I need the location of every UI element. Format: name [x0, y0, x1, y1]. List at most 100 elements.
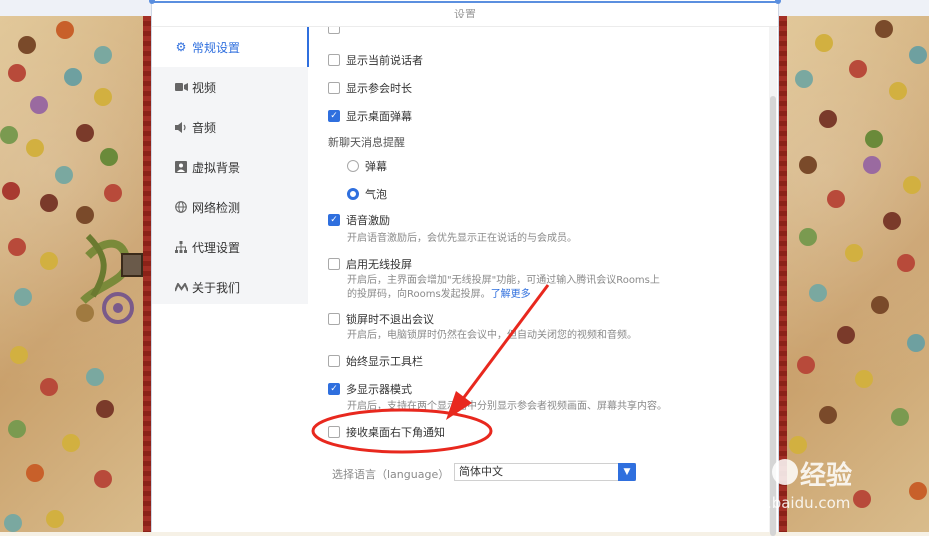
wallpaper-dot — [849, 60, 867, 78]
checkbox[interactable] — [328, 313, 340, 325]
learn-more-link[interactable]: 了解更多 — [491, 289, 531, 300]
wallpaper-dot — [815, 34, 833, 52]
portrait-icon — [174, 160, 188, 174]
sidebar-item-virtual-background[interactable]: 虚拟背景 — [152, 147, 308, 187]
language-value: 简体中文 — [459, 465, 503, 478]
wallpaper-dot — [855, 370, 873, 388]
sidebar-item-audio[interactable]: 音频 — [152, 107, 308, 147]
sidebar-item-label: 关于我们 — [192, 280, 241, 295]
desc-text: 的投屏码，向Rooms发起投屏。 — [347, 289, 491, 300]
sidebar-item-about[interactable]: 关于我们 — [152, 267, 308, 307]
wallpaper-right — [779, 16, 929, 532]
option-label: 显示桌面弹幕 — [346, 110, 412, 123]
lock-stay-option[interactable]: 锁屏时不退出会议 — [328, 311, 434, 327]
wallpaper-dot — [76, 206, 94, 224]
wallpaper-dot — [18, 36, 36, 54]
checkbox[interactable] — [328, 258, 340, 270]
option-label: 弹幕 — [365, 160, 387, 173]
wallpaper-dot — [853, 490, 871, 508]
wallpaper-dot — [789, 436, 807, 454]
logo-icon — [174, 280, 188, 294]
option-label: 气泡 — [365, 188, 387, 201]
settings-dialog: 设置 ⚙ 常规设置 视频 音频 虚拟背景 网络检测 代理设置 关于我们 显示当前… — [149, 0, 781, 536]
checkbox[interactable] — [328, 82, 340, 94]
option-label: 锁屏时不退出会议 — [346, 313, 434, 326]
option-label: 启用无线投屏 — [346, 258, 412, 271]
wallpaper-dot — [909, 482, 927, 500]
wallpaper-dot — [799, 156, 817, 174]
sidebar-item-video[interactable]: 视频 — [152, 67, 308, 107]
show-duration-option[interactable]: 显示参会时长 — [328, 80, 412, 96]
checkbox[interactable] — [328, 27, 340, 34]
wallpaper-dot — [837, 326, 855, 344]
checkbox[interactable] — [328, 426, 340, 438]
wallpaper-dot — [4, 514, 22, 532]
sidebar-item-label: 代理设置 — [192, 240, 241, 255]
wallpaper-dot — [897, 254, 915, 272]
wallpaper-dot — [10, 346, 28, 364]
wallpaper-dot — [883, 212, 901, 230]
wallpaper-dot — [2, 182, 20, 200]
multi-display-option[interactable]: ✓ 多显示器模式 — [328, 381, 412, 397]
language-select[interactable]: 简体中文 ▼ — [454, 463, 636, 481]
radio-button[interactable] — [347, 160, 359, 172]
wallpaper-dot — [891, 408, 909, 426]
wallpaper-dot — [871, 296, 889, 314]
dialog-title: 设置 — [454, 8, 476, 18]
resize-handle-left[interactable] — [149, 0, 155, 4]
reminder-option-barrage[interactable]: 弹幕 — [347, 158, 387, 174]
checkbox-checked[interactable]: ✓ — [328, 110, 340, 122]
window-top-edge — [150, 1, 780, 3]
clipped-checkbox-row — [328, 27, 346, 34]
multi-display-desc: 开启后，支持在两个显示器中分别显示参会者视频画面、屏幕共享内容。 — [347, 401, 667, 412]
checkbox-checked[interactable]: ✓ — [328, 214, 340, 226]
checkbox-checked[interactable]: ✓ — [328, 383, 340, 395]
wallpaper-dot — [96, 400, 114, 418]
sidebar-item-label: 网络检测 — [192, 200, 241, 215]
wallpaper-dot — [104, 184, 122, 202]
always-toolbar-option[interactable]: 始终显示工具栏 — [328, 353, 423, 369]
sidebar-item-general[interactable]: ⚙ 常规设置 — [152, 27, 308, 67]
wallpaper-dot — [40, 378, 58, 396]
sidebar-item-label: 虚拟背景 — [192, 160, 241, 175]
checkbox[interactable] — [328, 355, 340, 367]
globe-icon — [174, 200, 188, 214]
sidebar-item-network-check[interactable]: 网络检测 — [152, 187, 308, 227]
option-label: 显示参会时长 — [346, 82, 412, 95]
wallpaper-dot — [40, 194, 58, 212]
wallpaper-left — [0, 16, 151, 532]
option-label: 语音激励 — [346, 214, 390, 227]
option-label: 多显示器模式 — [346, 383, 412, 396]
settings-sidebar: ⚙ 常规设置 视频 音频 虚拟背景 网络检测 代理设置 关于我们 — [152, 27, 308, 304]
option-label: 始终显示工具栏 — [346, 355, 423, 368]
wallpaper-dot — [30, 96, 48, 114]
ribbon-decoration — [80, 233, 143, 324]
scrollbar-thumb[interactable] — [770, 96, 776, 536]
wallpaper-dot — [62, 434, 80, 452]
wallpaper-dot — [799, 228, 817, 246]
wallpaper-dot — [8, 238, 26, 256]
wallpaper-dot — [903, 176, 921, 194]
wallpaper-dot — [875, 20, 893, 38]
wallpaper-border — [779, 16, 787, 532]
option-label: 接收桌面右下角通知 — [346, 426, 445, 439]
wallpaper-dot — [845, 244, 863, 262]
checkbox[interactable] — [328, 54, 340, 66]
lock-stay-desc: 开启后，电脑锁屏时仍然在会议中，但自动关闭您的视频和音频。 — [347, 330, 637, 341]
reminder-option-bubble[interactable]: 气泡 — [347, 186, 387, 202]
show-speaker-option[interactable]: 显示当前说话者 — [328, 52, 423, 68]
wireless-cast-option[interactable]: 启用无线投屏 — [328, 256, 412, 272]
bottom-notify-option[interactable]: 接收桌面右下角通知 — [328, 424, 445, 440]
network-icon — [174, 240, 188, 254]
wallpaper-dot — [8, 64, 26, 82]
wallpaper-dot — [909, 46, 927, 64]
wallpaper-dot — [889, 82, 907, 100]
show-barrage-option[interactable]: ✓ 显示桌面弹幕 — [328, 108, 412, 124]
radio-button-selected[interactable] — [347, 188, 359, 200]
chevron-down-icon[interactable]: ▼ — [618, 463, 636, 481]
wallpaper-dot — [26, 464, 44, 482]
wallpaper-dot — [819, 110, 837, 128]
voice-incentive-option[interactable]: ✓ 语音激励 — [328, 212, 390, 228]
sidebar-item-proxy[interactable]: 代理设置 — [152, 227, 308, 267]
wireless-cast-desc-line2: 的投屏码，向Rooms发起投屏。了解更多 — [347, 287, 531, 302]
